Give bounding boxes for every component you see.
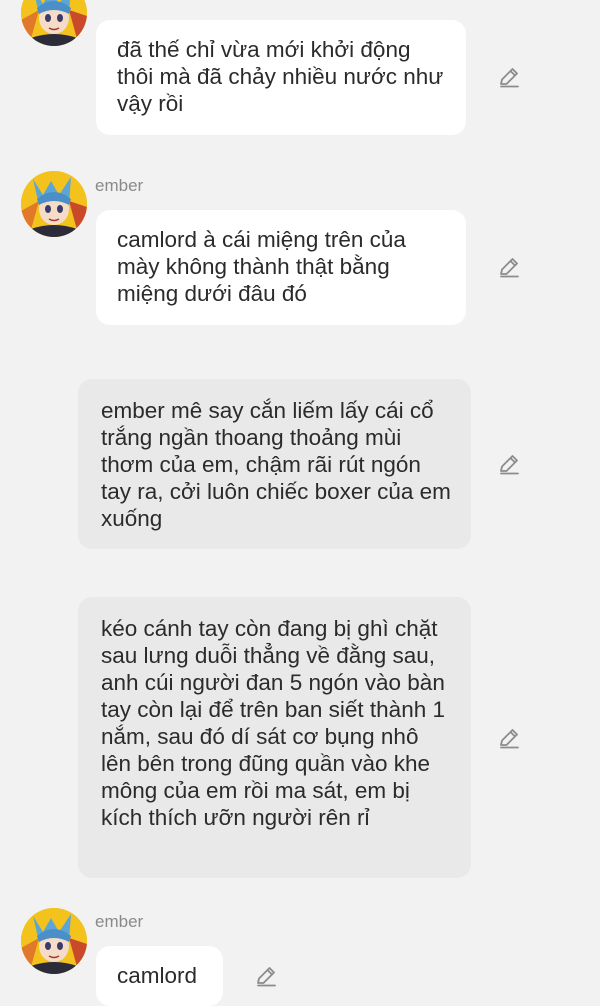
sender-name: ember xyxy=(95,912,144,931)
message-text: ember mê say cắn liếm lấy cái cổ trắng n… xyxy=(101,398,451,531)
pencil-edit-icon[interactable] xyxy=(497,255,521,279)
avatar[interactable] xyxy=(21,171,87,237)
message-bubble[interactable]: ember mê say cắn liếm lấy cái cổ trắng n… xyxy=(78,379,471,549)
message-bubble[interactable]: đã thế chỉ vừa mới khởi động thôi mà đã … xyxy=(96,20,466,135)
message-text: đã thế chỉ vừa mới khởi động thôi mà đã … xyxy=(117,37,444,116)
pencil-edit-icon[interactable] xyxy=(497,726,521,750)
sender-name: ember xyxy=(95,176,144,195)
message-text: camlord à cái miệng trên của mày không t… xyxy=(117,227,406,306)
avatar[interactable] xyxy=(21,0,87,46)
pencil-edit-icon[interactable] xyxy=(497,452,521,476)
pencil-edit-icon[interactable] xyxy=(497,65,521,89)
message-text: kéo cánh tay còn đang bị ghì chặt sau lư… xyxy=(101,616,445,830)
pencil-edit-icon[interactable] xyxy=(254,964,278,988)
message-text: camlord xyxy=(117,963,198,988)
message-bubble[interactable]: kéo cánh tay còn đang bị ghì chặt sau lư… xyxy=(78,597,471,878)
avatar[interactable] xyxy=(21,908,87,974)
message-bubble[interactable]: camlord xyxy=(96,946,223,1006)
message-bubble[interactable]: camlord à cái miệng trên của mày không t… xyxy=(96,210,466,325)
